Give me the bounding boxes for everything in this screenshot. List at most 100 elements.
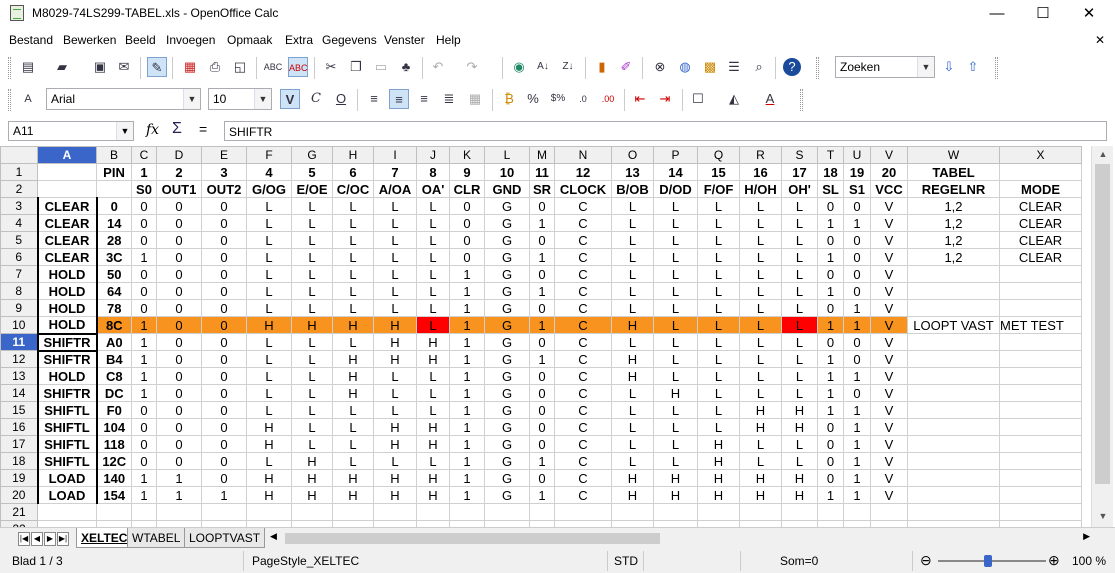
cell[interactable]: L xyxy=(416,231,450,249)
cell[interactable] xyxy=(37,180,97,198)
cell[interactable]: L xyxy=(781,435,818,453)
menu-invoegen[interactable]: Invoegen xyxy=(166,33,215,47)
cell[interactable]: L xyxy=(373,282,417,300)
cell[interactable]: C xyxy=(554,350,612,368)
cell[interactable]: SHIFTL xyxy=(36,452,98,470)
close-document-icon[interactable]: ✕ xyxy=(1095,33,1105,47)
cell[interactable]: 10 xyxy=(484,163,530,181)
cell[interactable] xyxy=(156,503,202,521)
cell[interactable] xyxy=(999,435,1082,453)
cell[interactable]: 0 xyxy=(529,435,555,453)
cell[interactable]: G xyxy=(484,418,530,436)
cell[interactable]: L xyxy=(373,401,417,419)
cell[interactable]: L xyxy=(739,214,782,232)
cell[interactable]: CLR xyxy=(449,180,485,198)
print-icon[interactable]: ⎙ xyxy=(205,57,225,77)
cell[interactable]: 3C xyxy=(96,248,132,266)
cell[interactable]: L xyxy=(373,265,417,283)
currency-format-icon[interactable]: ₿ xyxy=(499,89,519,109)
cell[interactable]: 0 xyxy=(529,367,555,385)
cell[interactable]: G xyxy=(484,401,530,419)
cell[interactable]: L xyxy=(332,231,374,249)
cell[interactable]: 20 xyxy=(870,163,908,181)
cell[interactable]: 0 xyxy=(156,401,202,419)
cell[interactable]: L xyxy=(781,197,818,215)
cell[interactable]: L xyxy=(697,418,740,436)
cell[interactable]: L xyxy=(373,214,417,232)
column-header[interactable]: H xyxy=(332,146,374,164)
cell[interactable]: L xyxy=(739,265,782,283)
cell[interactable]: L xyxy=(611,231,654,249)
cell[interactable]: G/OG xyxy=(246,180,292,198)
cell[interactable]: V xyxy=(870,367,908,385)
cell[interactable]: V xyxy=(870,486,908,504)
cell[interactable]: L xyxy=(697,333,740,351)
cell[interactable]: H xyxy=(611,350,654,368)
cell[interactable]: 2 xyxy=(156,163,202,181)
cell[interactable]: 104 xyxy=(96,418,132,436)
cell[interactable]: 0 xyxy=(201,248,247,266)
next-sheet-icon[interactable]: ▶ xyxy=(44,532,56,546)
cell[interactable]: L xyxy=(332,299,374,317)
row-header[interactable]: 11 xyxy=(0,333,38,351)
cell[interactable]: B4 xyxy=(96,350,132,368)
cell[interactable]: 0 xyxy=(817,435,844,453)
column-header[interactable]: D xyxy=(156,146,202,164)
email-icon[interactable]: ✉ xyxy=(114,57,134,77)
cell[interactable] xyxy=(907,367,1000,385)
cell[interactable] xyxy=(999,486,1082,504)
cell[interactable]: C xyxy=(554,248,612,266)
zoom-in-icon[interactable]: ⊕ xyxy=(1048,552,1060,569)
cell[interactable]: L xyxy=(653,435,698,453)
increase-indent-icon[interactable]: ⇥ xyxy=(655,89,675,109)
cell[interactable]: L xyxy=(739,231,782,249)
cell[interactable]: 18 xyxy=(817,163,844,181)
row-header[interactable]: 16 xyxy=(0,418,38,436)
cell[interactable]: G xyxy=(484,316,530,334)
cell[interactable] xyxy=(907,299,1000,317)
cell[interactable]: 1 xyxy=(529,350,555,368)
chevron-down-icon[interactable]: ▼ xyxy=(116,122,133,140)
cell[interactable]: C xyxy=(554,214,612,232)
cell[interactable]: SHIFTR xyxy=(36,332,98,352)
column-header[interactable]: I xyxy=(373,146,417,164)
cell[interactable] xyxy=(907,265,1000,283)
open-folder-icon[interactable]: ▰ xyxy=(52,57,72,77)
cell[interactable]: 0 xyxy=(817,452,844,470)
cell[interactable]: HOLD xyxy=(36,282,98,300)
cell[interactable] xyxy=(484,503,530,521)
cell[interactable]: 12C xyxy=(96,452,132,470)
cell[interactable]: L xyxy=(332,265,374,283)
cell[interactable]: L xyxy=(653,265,698,283)
sheet-tab-wtabel[interactable]: WTABEL xyxy=(127,528,186,548)
cell[interactable]: H xyxy=(697,452,740,470)
cell[interactable] xyxy=(843,503,871,521)
cell[interactable]: 0 xyxy=(156,265,202,283)
find-next-icon[interactable]: ⇩ xyxy=(939,57,959,77)
scroll-right-icon[interactable]: ▶ xyxy=(1083,531,1090,542)
cell[interactable]: L xyxy=(653,214,698,232)
cell[interactable]: L xyxy=(416,401,450,419)
cell[interactable]: 1 xyxy=(449,401,485,419)
cell[interactable]: 0 xyxy=(529,197,555,215)
cell[interactable]: L xyxy=(246,367,292,385)
cell[interactable]: H xyxy=(781,418,818,436)
cell[interactable]: 0 xyxy=(131,231,157,249)
cell[interactable] xyxy=(999,367,1082,385)
cell[interactable]: VCC xyxy=(870,180,908,198)
cell[interactable]: 0 xyxy=(156,452,202,470)
cell[interactable] xyxy=(999,503,1082,521)
italic-icon[interactable]: C xyxy=(306,89,326,109)
scroll-up-icon[interactable]: ▲ xyxy=(1092,146,1114,163)
column-header[interactable]: P xyxy=(653,146,698,164)
cell[interactable]: H xyxy=(611,367,654,385)
sheet-tab-looptvast[interactable]: LOOPTVAST xyxy=(184,528,266,548)
cell[interactable]: 1 xyxy=(843,299,871,317)
cell[interactable]: 1 xyxy=(156,469,202,487)
cell[interactable] xyxy=(999,469,1082,487)
row-header[interactable]: 9 xyxy=(0,299,38,317)
cell[interactable]: 1 xyxy=(817,248,844,266)
cell[interactable]: H xyxy=(332,469,374,487)
cell[interactable]: 1 xyxy=(449,350,485,368)
cell[interactable]: 140 xyxy=(96,469,132,487)
